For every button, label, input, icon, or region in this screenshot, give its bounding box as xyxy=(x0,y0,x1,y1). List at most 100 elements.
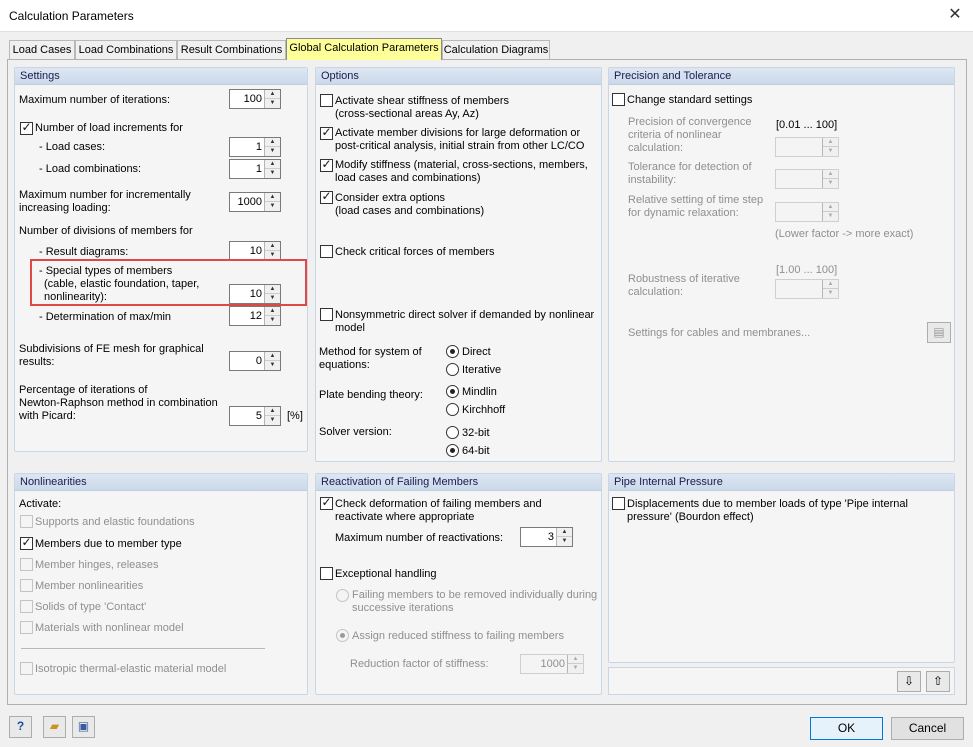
mindlin-radio[interactable] xyxy=(446,385,459,398)
tab-calculation-diagrams[interactable]: Calculation Diagrams xyxy=(442,40,550,59)
max-reactivations-spinner[interactable]: 3 ▲ ▼ xyxy=(520,527,573,547)
load-increments-checkbox[interactable]: ✓ xyxy=(20,121,33,135)
plate-theory-label: Plate bending theory: xyxy=(319,389,423,401)
spin-down-icon[interactable]: ▼ xyxy=(823,212,838,221)
help-icon: ? xyxy=(16,719,25,733)
spin-up-icon[interactable]: ▲ xyxy=(265,160,280,169)
pipe-displacements-checkbox[interactable] xyxy=(612,497,625,510)
spin-up-icon[interactable]: ▲ xyxy=(823,203,838,212)
direct-radio[interactable] xyxy=(446,345,459,358)
spin-up-icon[interactable]: ▲ xyxy=(265,138,280,147)
supports-checkbox[interactable] xyxy=(20,515,33,528)
max-min-spinner[interactable]: 12 ▲ ▼ xyxy=(229,306,281,326)
shear-stiffness-checkbox[interactable] xyxy=(320,94,333,107)
tab-result-combinations[interactable]: Result Combinations xyxy=(177,40,286,59)
spin-up-icon[interactable]: ▲ xyxy=(265,407,280,416)
change-settings-checkbox[interactable] xyxy=(612,93,625,106)
spin-up-icon[interactable]: ▲ xyxy=(265,307,280,316)
result-diagrams-spinner[interactable]: 10 ▲ ▼ xyxy=(229,241,281,261)
close-icon[interactable]: ✕ xyxy=(943,3,967,27)
spin-down-icon[interactable]: ▼ xyxy=(265,99,280,108)
exceptional-handling-checkbox[interactable] xyxy=(320,567,333,580)
nonlinearities-group: Nonlinearities Activate: Supports and el… xyxy=(14,473,308,695)
max-min-label: - Determination of max/min xyxy=(39,311,172,323)
max-incremental-spinner[interactable]: 1000 ▲ ▼ xyxy=(229,192,281,212)
remove-individually-radio[interactable] xyxy=(336,589,349,602)
nonsymmetric-solver-checkbox[interactable] xyxy=(320,308,333,321)
ok-button[interactable]: OK xyxy=(810,717,883,740)
separator xyxy=(21,648,265,649)
load-cases-spinner[interactable]: 1 ▲ ▼ xyxy=(229,137,281,157)
spin-up-icon[interactable]: ▲ xyxy=(265,242,280,251)
spin-up-icon[interactable]: ▲ xyxy=(265,352,280,361)
picard-label-2: Newton-Raphson method in combination xyxy=(19,397,218,409)
spin-up-icon[interactable]: ▲ xyxy=(823,170,838,179)
spin-down-icon[interactable]: ▼ xyxy=(823,147,838,156)
help-button[interactable]: ? xyxy=(9,716,32,738)
spin-up-icon[interactable]: ▲ xyxy=(265,193,280,202)
spin-down-icon[interactable]: ▼ xyxy=(265,416,280,425)
64-bit-radio[interactable] xyxy=(446,444,459,457)
robustness-range: [1.00 ... 100] xyxy=(776,264,838,276)
member-hinges-checkbox[interactable] xyxy=(20,558,33,571)
relaxation-spinner[interactable]: ▲ ▼ xyxy=(775,202,839,222)
convergence-spinner[interactable]: ▲ ▼ xyxy=(775,137,839,157)
remove-individually-label-1: Failing members to be removed individual… xyxy=(352,589,598,601)
reduction-factor-label: Reduction factor of stiffness: xyxy=(350,658,489,670)
tab-load-combinations[interactable]: Load Combinations xyxy=(75,40,177,59)
fe-mesh-spinner[interactable]: 0 ▲ ▼ xyxy=(229,351,281,371)
members-member-type-checkbox[interactable]: ✓ xyxy=(20,535,33,550)
spin-up-icon[interactable]: ▲ xyxy=(823,280,838,289)
tab-load-cases[interactable]: Load Cases xyxy=(9,40,75,59)
member-nonlinearities-checkbox[interactable] xyxy=(20,579,33,592)
iterative-radio[interactable] xyxy=(446,363,459,376)
spin-down-icon[interactable]: ▼ xyxy=(823,289,838,298)
spin-down-icon[interactable]: ▼ xyxy=(265,361,280,370)
spin-down-icon[interactable]: ▼ xyxy=(557,537,572,546)
modify-stiffness-checkbox[interactable]: ✓ xyxy=(320,158,333,172)
nonlinear-materials-label: Materials with nonlinear model xyxy=(35,622,184,634)
nonlinear-materials-checkbox[interactable] xyxy=(20,621,33,634)
settings-icon: ▤ xyxy=(933,325,945,339)
spin-up-icon[interactable]: ▲ xyxy=(568,655,583,664)
picard-spinner[interactable]: 5 ▲ ▼ xyxy=(229,406,281,426)
load-combinations-spinner[interactable]: 1 ▲ ▼ xyxy=(229,159,281,179)
spin-down-icon[interactable]: ▼ xyxy=(568,664,583,673)
extra-options-checkbox[interactable]: ✓ xyxy=(320,190,333,204)
instability-spinner[interactable]: ▲ ▼ xyxy=(775,169,839,189)
extra-options-label-2: (load cases and combinations) xyxy=(335,205,485,217)
solids-contact-checkbox[interactable] xyxy=(20,600,33,613)
spin-down-icon[interactable]: ▼ xyxy=(265,169,280,178)
kirchhoff-radio[interactable] xyxy=(446,403,459,416)
max-iterations-spinner[interactable]: 100 ▲ ▼ xyxy=(229,89,281,109)
spin-down-icon[interactable]: ▼ xyxy=(823,179,838,188)
save-button[interactable]: ▣ xyxy=(72,716,95,738)
32-bit-radio[interactable] xyxy=(446,426,459,439)
check-deformation-checkbox[interactable]: ✓ xyxy=(320,496,333,510)
checkmark-icon: ✓ xyxy=(21,535,32,549)
member-hinges-label: Member hinges, releases xyxy=(35,559,159,571)
max-incremental-label-1: Maximum number for incrementally xyxy=(19,189,191,201)
spin-up-icon[interactable]: ▲ xyxy=(557,528,572,537)
spin-up-icon[interactable]: ▲ xyxy=(265,90,280,99)
spin-down-icon[interactable]: ▼ xyxy=(265,202,280,211)
assign-reduced-radio[interactable] xyxy=(336,629,349,642)
isotropic-thermal-checkbox[interactable] xyxy=(20,662,33,675)
tab-global-calculation-parameters[interactable]: Global Calculation Parameters xyxy=(286,38,442,60)
spin-up-icon[interactable]: ▲ xyxy=(823,138,838,147)
cancel-button[interactable]: Cancel xyxy=(891,717,964,740)
cables-settings-button[interactable]: ▤ xyxy=(927,322,951,343)
import-button[interactable]: ⇩ xyxy=(897,671,921,692)
max-incremental-label-2: increasing loading: xyxy=(19,202,111,214)
open-button[interactable]: ▰ xyxy=(43,716,66,738)
mindlin-label: Mindlin xyxy=(462,386,497,398)
export-button[interactable]: ⇧ xyxy=(926,671,950,692)
member-divisions-label-1: Activate member divisions for large defo… xyxy=(335,127,581,139)
spin-down-icon[interactable]: ▼ xyxy=(265,316,280,325)
member-divisions-checkbox[interactable]: ✓ xyxy=(320,126,333,140)
robustness-spinner[interactable]: ▲ ▼ xyxy=(775,279,839,299)
reduction-factor-spinner[interactable]: 1000 ▲ ▼ xyxy=(520,654,584,674)
max-reactivations-label: Maximum number of reactivations: xyxy=(335,532,504,544)
critical-forces-checkbox[interactable] xyxy=(320,245,333,258)
spin-down-icon[interactable]: ▼ xyxy=(265,147,280,156)
